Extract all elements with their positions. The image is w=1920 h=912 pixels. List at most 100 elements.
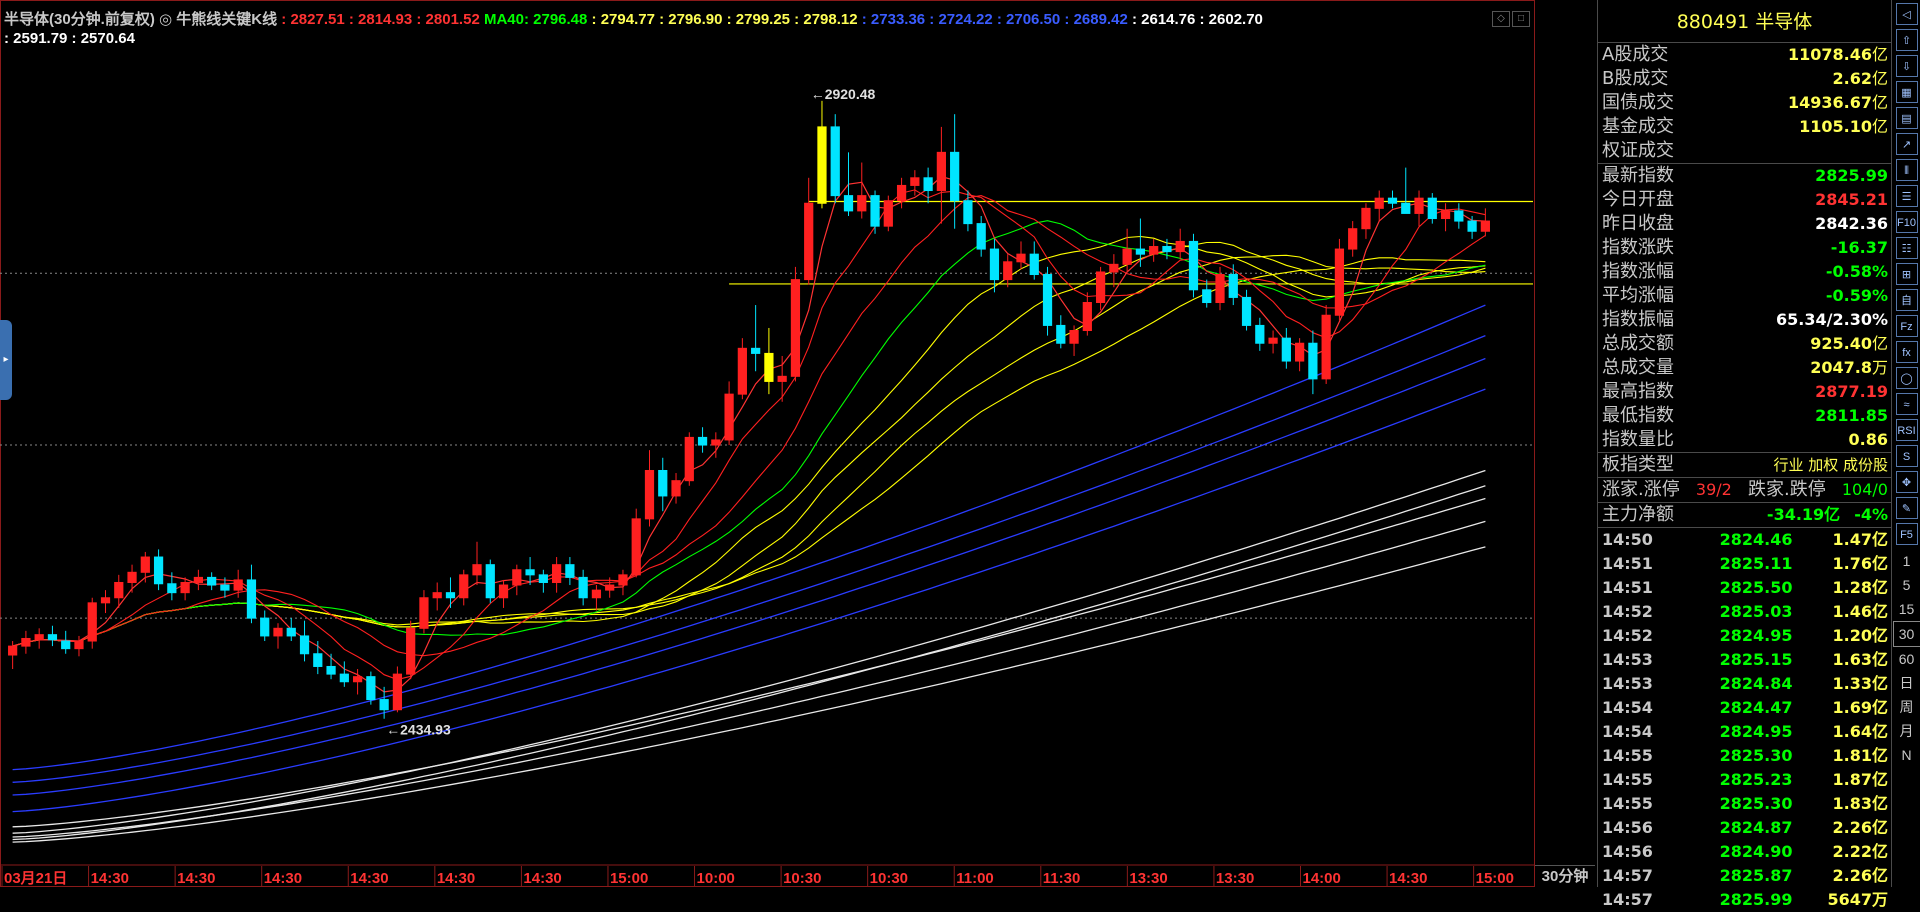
candle-body [1322,315,1330,379]
candle-body [168,584,176,593]
rsi-icon[interactable]: ≈ [1896,393,1918,415]
refresh-icon[interactable]: F5 [1896,523,1918,545]
stat-value-number: 65.34/2.30% [1776,310,1888,329]
indicator-segment: : 2733.36 : 2724.22 : 2706.50 : 2689.42 [862,11,1132,28]
tick-volume: 5647万 [1793,888,1888,912]
tick-row: 14:522824.951.20亿 [1598,624,1891,648]
tick-price: 2825.15 [1683,648,1793,672]
stats-icon[interactable]: ⊞ [1896,263,1918,285]
nav-left-icon[interactable]: ◁ [1896,3,1918,25]
tick-list[interactable]: 14:502824.461.47亿14:512825.111.76亿14:512… [1598,528,1891,912]
tick-price: 2825.11 [1683,552,1793,576]
period-button-2[interactable]: 15 [1894,597,1920,621]
moving-average-line [13,237,1486,647]
s-icon[interactable]: RSI [1896,419,1918,441]
candle-body [1441,211,1449,219]
grid-icon[interactable]: ▦ [1896,81,1918,103]
candle-body [539,575,547,583]
period-button-1[interactable]: 5 [1894,573,1920,597]
tick-row: 14:572825.995647万 [1598,888,1891,912]
period-button-8[interactable]: N [1894,743,1920,767]
moving-average-line [13,305,1486,769]
tick-price: 2824.90 [1683,840,1793,864]
candle-body [1216,275,1224,303]
line-chart-icon[interactable]: ↗ [1896,133,1918,155]
nav-down-icon[interactable]: ⇩ [1896,55,1918,77]
candle-body [897,185,905,200]
candle-body [871,196,879,227]
candle-body [1375,198,1383,208]
wave-icon[interactable]: ◯ [1896,367,1918,389]
diamond-icon[interactable]: ◇ [1492,11,1510,27]
formula-icon[interactable]: Fz [1896,315,1918,337]
index-type-value[interactable]: 行业 加权 成份股 [1773,453,1888,477]
stat-unit: 亿 [1872,93,1888,112]
period-button-6[interactable]: 周 [1894,695,1920,719]
tick-row: 14:542824.471.69亿 [1598,696,1891,720]
candle-body [1136,249,1144,254]
panel-title: 880491 半导体 [1598,0,1891,43]
period-button-0[interactable]: 1 [1894,549,1920,573]
tick-time: 14:51 [1602,552,1682,576]
move-icon[interactable]: S [1896,445,1918,467]
list-icon[interactable]: ☰ [1896,185,1918,207]
indicator-segment: 牛熊线关键K线 [176,11,281,28]
stat-label: 最高指数 [1602,380,1674,404]
candle-body [420,598,428,629]
stat-unit: 万 [1872,358,1888,377]
candle-body [818,127,826,203]
moving-average-line [13,486,1486,840]
tick-volume: 1.47亿 [1793,528,1888,552]
tick-row: 14:552825.301.83亿 [1598,792,1891,816]
candle-body [712,440,720,445]
candle-body [300,636,308,654]
tick-volume: 1.69亿 [1793,696,1888,720]
circle-icon[interactable]: fx [1896,341,1918,363]
table-icon[interactable]: ▤ [1896,107,1918,129]
info-icon[interactable]: ☷ [1896,237,1918,259]
period-button-3[interactable]: 30 [1893,621,1920,647]
window-icon[interactable]: □ [1512,11,1530,27]
down-count-value: 104/0 [1842,478,1888,502]
candle-icon[interactable]: ⫴ [1896,159,1918,181]
period-tab[interactable]: 30分钟 [1535,865,1595,888]
pen-icon[interactable]: ✥ [1896,471,1918,493]
period-button-4[interactable]: 60 [1894,647,1920,671]
candle-body [844,196,852,211]
stat-row: A股成交11078.46亿 [1598,43,1891,67]
tick-price: 2825.23 [1683,768,1793,792]
candle-body [407,628,415,674]
tick-volume: 2.26亿 [1793,864,1888,888]
candle-body [1296,343,1304,361]
moving-average-line [13,190,1486,680]
kline-chart[interactable]: 278526502514←2920.48←2434.9303月21日14:301… [0,0,1535,887]
f5-icon[interactable]: ✎ [1896,497,1918,519]
candle-body [1349,229,1357,249]
nav-up-icon[interactable]: ⇧ [1896,29,1918,51]
expand-left-panel-handle[interactable]: ▸ [0,320,12,400]
candle-body [1335,249,1343,315]
stat-label: 国债成交 [1602,91,1674,115]
time-axis-label: 10:30 [783,870,821,887]
candle-body [831,127,839,196]
period-button-7[interactable]: 月 [1894,719,1920,743]
candle-body [62,641,70,649]
tick-price: 2825.50 [1683,576,1793,600]
candle-body [592,590,600,598]
candle-body [1481,221,1489,231]
f10-icon[interactable]: F10 [1896,211,1918,233]
candle-body [473,565,481,575]
kline-chart-area[interactable]: 278526502514←2920.48←2434.9303月21日14:301… [0,0,1535,887]
index-type-row: 板指类型 行业 加权 成份股 [1598,453,1891,478]
candle-body [1388,198,1396,203]
candle-body [460,575,468,598]
tick-price: 2825.30 [1683,792,1793,816]
down-count-label: 跌家.跌停 [1748,478,1826,502]
candle-body [35,635,43,640]
candle-body [287,628,295,636]
fund-icon[interactable]: 自 [1896,289,1918,311]
period-button-5[interactable]: 日 [1894,671,1920,695]
stat-value-number: 2825.99 [1815,166,1888,185]
stat-label: B股成交 [1602,67,1668,91]
stat-value: 2811.85 [1815,404,1888,428]
